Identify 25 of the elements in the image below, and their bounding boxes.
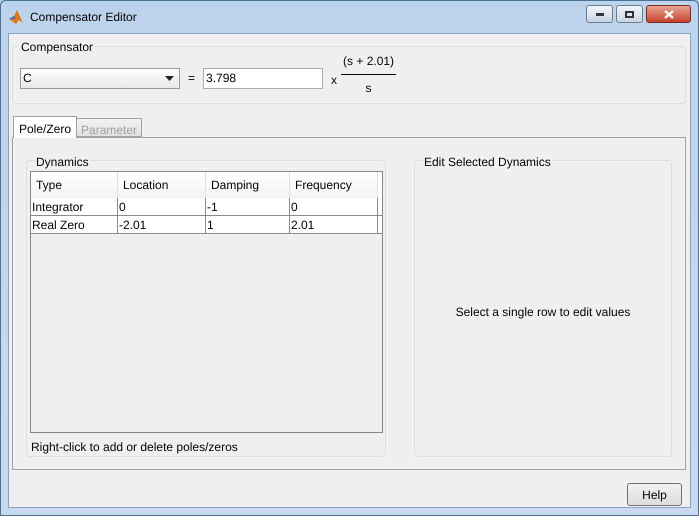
denominator: s (366, 80, 372, 96)
column-header[interactable]: Frequency (290, 172, 378, 198)
gain-field[interactable]: 3.798 (203, 68, 324, 88)
tab[interactable]: Pole/Zero (13, 116, 78, 138)
compensator-dropdown[interactable]: C (20, 68, 180, 88)
table-cell: -2.01 (118, 216, 206, 234)
caret-icon (165, 76, 174, 80)
app-logo-icon (8, 9, 24, 25)
column-header[interactable]: Type (31, 172, 118, 198)
multiply-sign: x (331, 72, 338, 89)
table-cell: 2.01 (290, 216, 378, 234)
close-button[interactable] (646, 5, 691, 23)
window-title: Compensator Editor (30, 9, 137, 26)
table-cell: Real Zero (31, 216, 118, 234)
column-header[interactable]: Location (118, 172, 206, 198)
column-header[interactable]: Damping (206, 172, 290, 198)
hint-text: Right-click to add or delete poles/zeros (30, 439, 239, 456)
help-button[interactable]: Help (627, 483, 682, 506)
minimize-button[interactable] (586, 5, 613, 23)
close-icon (664, 10, 674, 18)
numerator: (s + 2.01) (341, 52, 396, 74)
table-cell: 1 (206, 216, 290, 234)
maximize-button[interactable] (616, 5, 643, 23)
message-text: Select a single row to edit values (456, 304, 630, 320)
equals-sign: = (188, 70, 196, 87)
